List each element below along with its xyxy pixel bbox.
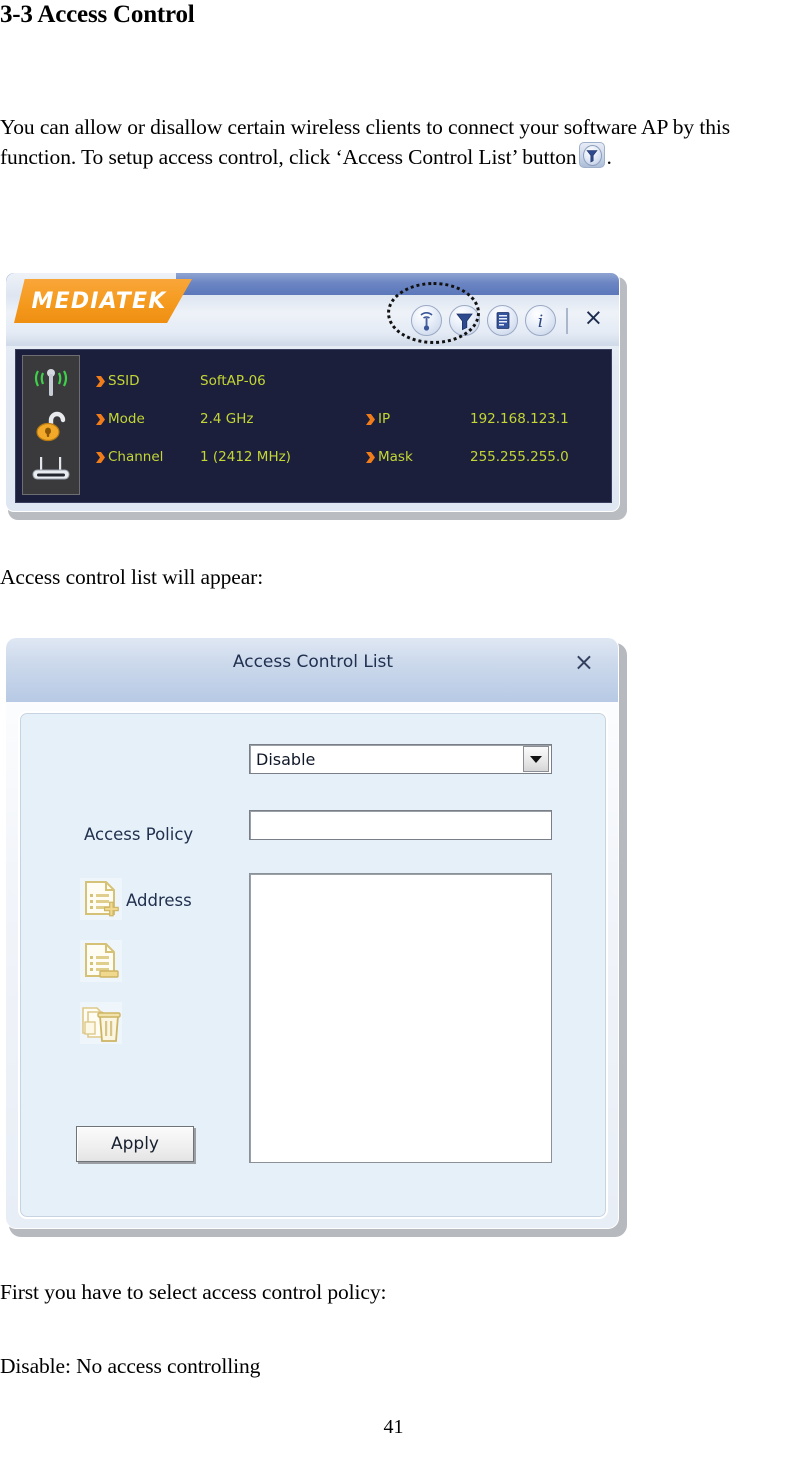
toolbar-separator [565, 307, 568, 334]
station-list-glyph [496, 312, 510, 329]
station-list-icon[interactable] [486, 305, 518, 336]
about-info-icon[interactable]: i [524, 305, 556, 336]
status-value: 255.255.255.0 [470, 449, 569, 465]
status-field-channel: Channel 1 (2412 MHz) [96, 449, 366, 465]
remove-all-glyph [80, 1002, 122, 1044]
mac-address-listbox[interactable] [249, 873, 552, 1163]
status-label: SSID [108, 373, 140, 389]
status-label: Mask [378, 449, 413, 465]
access-policy-select[interactable]: Disable [249, 744, 552, 774]
add-entry-icon[interactable] [78, 876, 124, 922]
caret-down-glyph [530, 755, 542, 763]
access-policy-selected-value: Disable [256, 749, 316, 769]
acl-tool-buttons [78, 876, 124, 1046]
antenna-signal-icon [34, 369, 68, 397]
bullet-arrow-icon [96, 451, 105, 463]
status-field-mode: Mode 2.4 GHz [96, 411, 366, 427]
mediatek-softap-window: MEDIATEK i × SSID SoftAP-06 Mode 2.4 GHz… [5, 272, 627, 520]
status-value: SoftAP-06 [200, 373, 266, 389]
bullet-arrow-icon [366, 451, 375, 463]
inline-access-control-list-icon [578, 142, 605, 176]
page-title: 3-3 Access Control [0, 1, 195, 28]
status-value: 192.168.123.1 [470, 411, 569, 427]
mac-address-input[interactable] [249, 810, 552, 840]
remove-entry-glyph [80, 940, 122, 982]
status-field-ssid: SSID SoftAP-06 [96, 373, 366, 389]
window-close-button[interactable]: × [578, 307, 609, 334]
status-row-mode-ip: Mode 2.4 GHz IP 192.168.123.1 [96, 400, 606, 438]
apply-button[interactable]: Apply [76, 1126, 194, 1162]
svg-text:i: i [538, 312, 543, 332]
dialog-title: Access Control List [232, 652, 394, 672]
status-info-panel: SSID SoftAP-06 Mode 2.4 GHz IP 192.168.1… [15, 349, 612, 503]
remove-entry-icon[interactable] [78, 938, 124, 984]
status-row-channel-mask: Channel 1 (2412 MHz) Mask 255.255.255.0 [96, 438, 606, 476]
bullet-arrow-icon [96, 375, 105, 387]
intro-paragraph-period: . [606, 145, 612, 169]
status-field-ip: IP 192.168.123.1 [366, 411, 569, 427]
info-glyph: i [538, 312, 543, 332]
highlight-annotation-ellipse [387, 282, 480, 344]
status-fields: SSID SoftAP-06 Mode 2.4 GHz IP 192.168.1… [96, 362, 606, 492]
policy-paragraph: First you have to select access control … [0, 1280, 387, 1304]
status-label: Mode [108, 411, 145, 427]
bullet-arrow-icon [96, 413, 105, 425]
acl-mini-button-circle [582, 145, 602, 166]
funnel-glyph [586, 149, 598, 162]
status-icon-column [22, 355, 80, 495]
intro-paragraph: You can allow or disallow certain wirele… [0, 113, 787, 176]
status-row-ssid: SSID SoftAP-06 [96, 362, 606, 400]
intro-paragraph-text: You can allow or disallow certain wirele… [0, 115, 731, 169]
appear-paragraph: Access control list will appear: [0, 565, 264, 589]
status-label: IP [378, 411, 391, 427]
window-body: MEDIATEK i × SSID SoftAP-06 Mode 2.4 GHz… [5, 272, 620, 512]
open-padlock-icon [36, 411, 66, 442]
access-policy-label: Access Policy [84, 825, 194, 844]
bullet-arrow-icon [366, 413, 375, 425]
mediatek-logo: MEDIATEK [14, 279, 192, 323]
status-field-mask: Mask 255.255.255.0 [366, 449, 569, 465]
add-entry-glyph [80, 878, 122, 920]
chevron-down-icon[interactable] [523, 746, 549, 772]
status-label: Channel [108, 449, 164, 465]
disable-paragraph: Disable: No access controlling [0, 1354, 261, 1378]
router-device-icon [32, 456, 70, 480]
status-value: 1 (2412 MHz) [200, 449, 291, 465]
page-number: 41 [383, 1416, 404, 1438]
status-value: 2.4 GHz [200, 411, 254, 427]
acl-mini-button [578, 142, 605, 168]
document-page: 3-3 Access Control You can allow or disa… [0, 0, 787, 1468]
remove-all-icon[interactable] [78, 1000, 124, 1046]
dialog-close-button[interactable]: × [568, 648, 600, 676]
